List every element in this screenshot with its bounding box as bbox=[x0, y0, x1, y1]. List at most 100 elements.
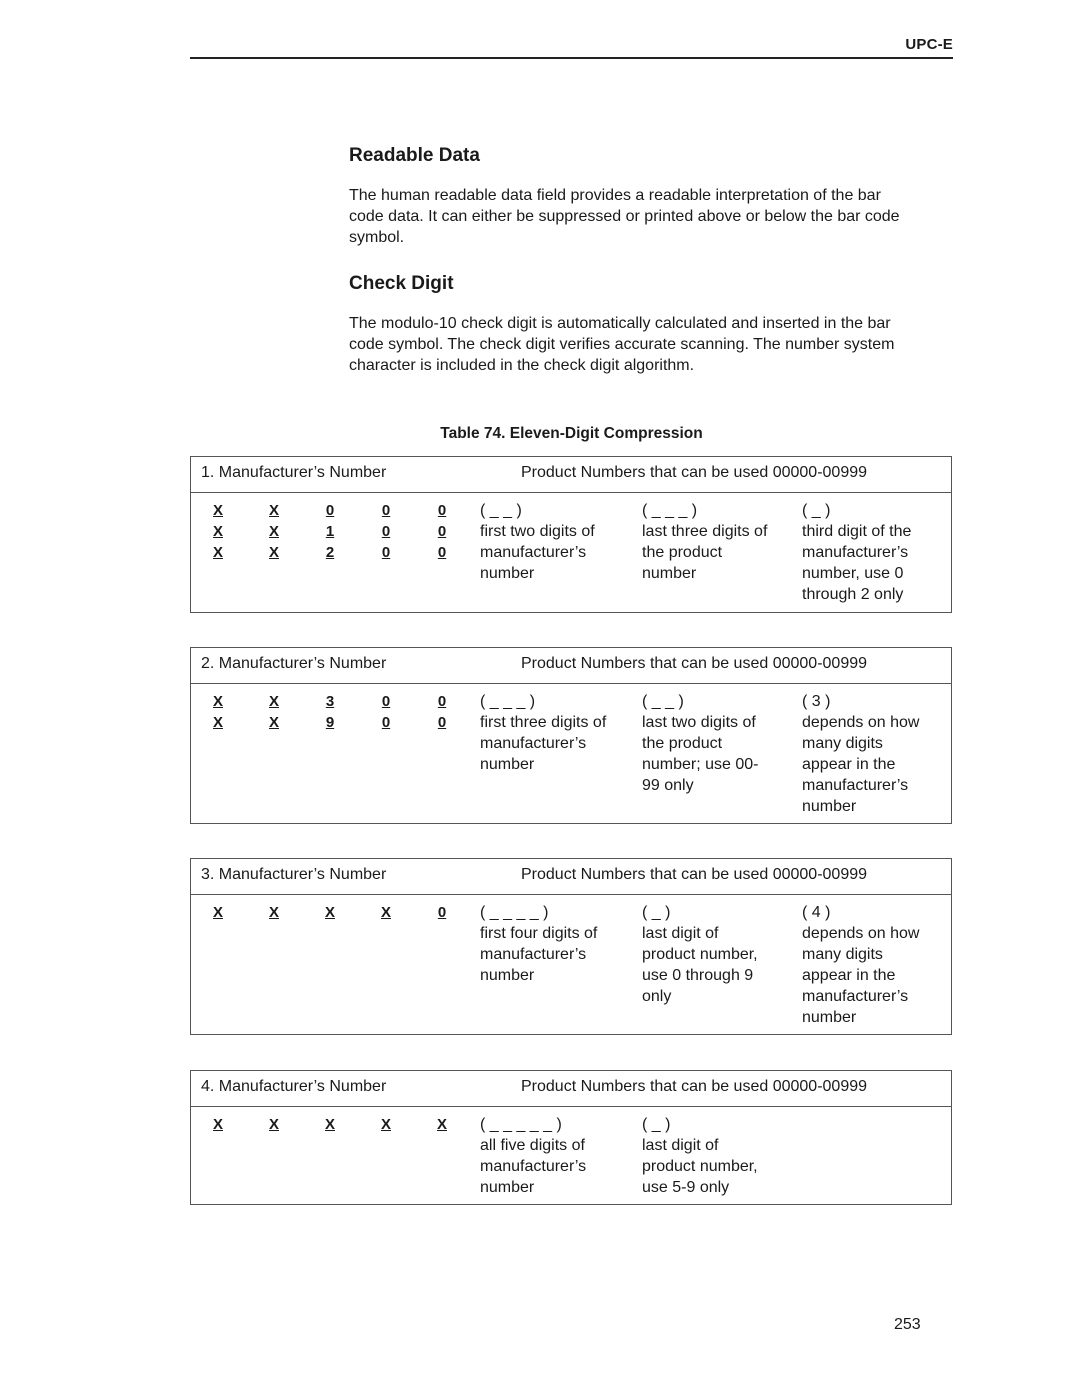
digit-cell: 0 bbox=[325, 502, 335, 519]
description-column: ( _ _ ) last two digits of the product numb… bbox=[642, 691, 759, 796]
description-column: ( _ ) last digit of product number, use 0 t… bbox=[642, 902, 758, 1007]
digit-cell: X bbox=[212, 714, 223, 731]
description-line: number bbox=[802, 798, 857, 815]
description-line: number bbox=[480, 565, 535, 582]
paragraph-line: The modulo-10 check digit is automatical… bbox=[349, 315, 891, 332]
description-line: number bbox=[480, 1179, 535, 1196]
digit-column: XXX bbox=[264, 500, 284, 563]
digit-pattern: ( _ ) bbox=[642, 904, 671, 921]
block-header: 1. Manufacturer’s Number Product Numbers … bbox=[191, 457, 951, 493]
description-line: number bbox=[480, 967, 535, 984]
digit-column: 0 1 2 bbox=[320, 500, 340, 563]
digit-cell: X bbox=[212, 502, 223, 519]
description-line: manufacturer’s bbox=[480, 735, 587, 752]
description-line: appear in the bbox=[802, 967, 896, 984]
digit-cell: X bbox=[268, 1116, 279, 1133]
paragraph-line: code symbol. The check digit verifies ac… bbox=[349, 336, 895, 353]
digit-cell: 0 bbox=[381, 523, 391, 540]
digit-column: X bbox=[432, 1114, 452, 1135]
digit-cell: X bbox=[268, 502, 279, 519]
digit-column: 0 bbox=[432, 902, 452, 923]
digit-cell: 0 bbox=[381, 544, 391, 561]
product-numbers-label: Product Numbers that can be used 00000-0… bbox=[521, 464, 868, 481]
digit-cell: 0 bbox=[437, 502, 447, 519]
description-line: number bbox=[642, 565, 697, 582]
compression-block: 2. Manufacturer’s Number Product Numbers … bbox=[190, 647, 952, 824]
digit-pattern: ( _ _ ) bbox=[642, 693, 684, 710]
digit-pattern: ( 4 ) bbox=[802, 904, 831, 921]
digit-pattern: ( _ _ _ ) bbox=[642, 502, 698, 519]
digit-cell: X bbox=[380, 904, 391, 921]
digit-column: XXX bbox=[208, 500, 228, 563]
table-caption: Table 74. Eleven-Digit Compression bbox=[440, 425, 703, 442]
description-line: number, use 0 bbox=[802, 565, 904, 582]
digit-column: X bbox=[320, 1114, 340, 1135]
description-line: use 0 through 9 bbox=[642, 967, 754, 984]
description-line: first four digits of bbox=[480, 925, 598, 942]
block-header: 3. Manufacturer’s Number Product Numbers … bbox=[191, 859, 951, 895]
product-numbers-label: Product Numbers that can be used 00000-0… bbox=[521, 866, 868, 883]
digit-column: X bbox=[376, 902, 396, 923]
digit-cell: X bbox=[212, 693, 223, 710]
digit-cell: X bbox=[212, 1116, 223, 1133]
paragraph-line: symbol. bbox=[349, 229, 405, 246]
digit-pattern: ( _ ) bbox=[642, 1116, 671, 1133]
manufacturer-number-label: 2. Manufacturer’s Number bbox=[201, 655, 387, 672]
digit-cell: X bbox=[212, 544, 223, 561]
description-line: number; use 00- bbox=[642, 756, 759, 773]
digit-cell: 0 bbox=[381, 502, 391, 519]
digit-pattern: ( 3 ) bbox=[802, 693, 831, 710]
compression-block: 1. Manufacturer’s Number Product Numbers … bbox=[190, 456, 952, 613]
description-line: appear in the bbox=[802, 756, 896, 773]
paragraph-line: character is included in the check digit… bbox=[349, 357, 695, 374]
description-line: last three digits of bbox=[642, 523, 768, 540]
readable-data-paragraph: The human readable data field provides a… bbox=[349, 185, 953, 248]
digit-column: 39 bbox=[320, 691, 340, 733]
digit-cell: X bbox=[268, 693, 279, 710]
digit-cell: X bbox=[324, 904, 335, 921]
digit-column: X bbox=[376, 1114, 396, 1135]
description-line: number bbox=[480, 756, 535, 773]
digit-cell: 9 bbox=[325, 714, 335, 731]
digit-cell: X bbox=[212, 904, 223, 921]
description-line: third digit of the bbox=[802, 523, 912, 540]
section-title-readable-data: Readable Data bbox=[349, 145, 480, 166]
description-line: product number, bbox=[642, 1158, 758, 1175]
paragraph-line: code data. It can either be suppressed o… bbox=[349, 208, 900, 225]
digit-cell: X bbox=[268, 523, 279, 540]
description-line: many digits bbox=[802, 735, 883, 752]
description-line: depends on how bbox=[802, 925, 920, 942]
digit-cell: X bbox=[324, 1116, 335, 1133]
digit-column: 00 bbox=[432, 691, 452, 733]
compression-block: 3. Manufacturer’s Number Product Numbers … bbox=[190, 858, 952, 1035]
description-line: manufacturer’s bbox=[480, 544, 587, 561]
digit-pattern: ( _ _ _ _ _ ) bbox=[480, 1116, 562, 1133]
digit-column: 00 bbox=[376, 691, 396, 733]
running-title: UPC-E bbox=[905, 36, 953, 53]
digit-cell: 1 bbox=[325, 523, 335, 540]
description-line: last two digits of bbox=[642, 714, 756, 731]
description-column: ( _ _ _ _ ) first four digits of manufactu… bbox=[480, 902, 597, 986]
block-header: 2. Manufacturer’s Number Product Numbers … bbox=[191, 648, 951, 684]
digit-cell: 0 bbox=[437, 544, 447, 561]
manufacturer-number-label: 1. Manufacturer’s Number bbox=[201, 464, 387, 481]
digit-column: 0 0 0 bbox=[432, 500, 452, 563]
description-column: ( _ _ _ ) first three digits of manufactur… bbox=[480, 691, 606, 775]
digit-cell: 0 bbox=[381, 714, 391, 731]
description-line: manufacturer’s bbox=[480, 946, 587, 963]
description-line: first two digits of bbox=[480, 523, 595, 540]
digit-column: XX bbox=[264, 691, 284, 733]
description-column: ( _ _ _ ) last three digits of the product… bbox=[642, 500, 767, 584]
description-column: ( _ _ ) first two digits of manufacturer’s… bbox=[480, 500, 595, 584]
digit-cell: 3 bbox=[325, 693, 335, 710]
digit-cell: 0 bbox=[437, 904, 447, 921]
page-number: 253 bbox=[894, 1316, 921, 1333]
digit-cell: 0 bbox=[437, 523, 447, 540]
digit-column: X bbox=[264, 1114, 284, 1135]
digit-cell: X bbox=[436, 1116, 447, 1133]
digit-column: 0 0 0 bbox=[376, 500, 396, 563]
digit-pattern: ( _ _ _ _ ) bbox=[480, 904, 549, 921]
description-column: ( _ ) third digit of the manufacturer’s num… bbox=[802, 500, 911, 605]
digit-cell: X bbox=[380, 1116, 391, 1133]
digit-cell: X bbox=[268, 714, 279, 731]
